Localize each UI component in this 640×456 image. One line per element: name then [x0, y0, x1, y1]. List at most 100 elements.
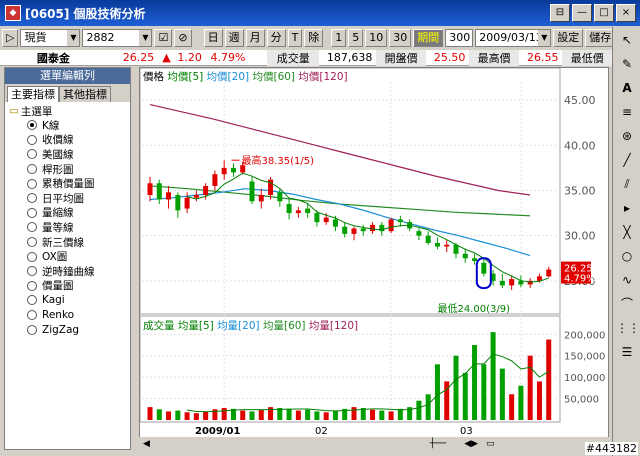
week-button[interactable]: 週: [224, 29, 244, 47]
candle-body: [230, 167, 236, 173]
radio-icon[interactable]: [27, 149, 37, 160]
indicator-item[interactable]: K線: [9, 118, 130, 133]
indicator-item[interactable]: 逆時鐘曲線: [9, 264, 130, 279]
count-input[interactable]: 300: [445, 29, 474, 47]
horizontal-lines-icon[interactable]: ≡: [616, 101, 638, 123]
maximize-button[interactable]: □: [594, 4, 614, 22]
indicator-item[interactable]: 新三價線: [9, 235, 130, 250]
candle-body: [166, 192, 172, 200]
candle-body: [434, 242, 440, 247]
radio-icon[interactable]: [27, 251, 37, 262]
radio-icon[interactable]: [27, 324, 37, 335]
period-label[interactable]: 期間: [413, 29, 444, 47]
price-tick-label: 30.00: [564, 230, 596, 243]
candle-body: [147, 183, 153, 195]
parallel-lines-icon[interactable]: ⫽: [616, 173, 638, 195]
day-button[interactable]: 日: [203, 29, 223, 47]
radio-icon[interactable]: [27, 178, 37, 189]
indicator-item[interactable]: 美國線: [9, 147, 130, 162]
minimize-button[interactable]: —: [572, 4, 592, 22]
period-30-button[interactable]: 30: [389, 29, 412, 47]
radio-icon[interactable]: [27, 266, 37, 277]
settings-button[interactable]: 設定: [553, 29, 584, 47]
tree-root[interactable]: ▭ 主選單: [9, 104, 130, 118]
open-value: 25.50: [433, 51, 466, 64]
play-icon[interactable]: ▷: [2, 29, 19, 47]
indicator-item[interactable]: 量縮線: [9, 206, 130, 221]
stock-code-input[interactable]: 2882 ▼: [82, 29, 153, 47]
rows-icon[interactable]: ☰: [616, 341, 638, 363]
fit-icon[interactable]: ▭: [486, 439, 495, 449]
line-icon[interactable]: ╱: [616, 149, 638, 171]
chart-scrollbar[interactable]: ◀ ┼── ◀ ▶ ▭: [139, 437, 609, 450]
market-select[interactable]: 現貨 ▼: [20, 29, 81, 47]
text-icon[interactable]: A: [616, 77, 638, 99]
volume-bar: [323, 412, 329, 420]
high-annotation: 最高38.35(1/5): [241, 154, 314, 167]
volume-bar: [509, 394, 515, 420]
period-10-button[interactable]: 10: [365, 29, 388, 47]
slider-icon[interactable]: ┼──: [430, 439, 446, 449]
save-button[interactable]: 儲存: [585, 29, 616, 47]
zoom-left-icon[interactable]: ◀: [464, 439, 471, 449]
indicator-item[interactable]: OX圖: [9, 249, 130, 264]
grid-icon[interactable]: ⋮⋮: [616, 317, 640, 339]
indicator-item[interactable]: 價量圖: [9, 279, 130, 294]
radio-icon[interactable]: [27, 164, 37, 175]
volume-bar: [481, 364, 487, 420]
ex-rights-button[interactable]: 除: [304, 29, 324, 47]
link-icon[interactable]: ⊘: [174, 29, 192, 47]
chevron-down-icon: ▼: [538, 30, 551, 46]
indicator-item[interactable]: 收價線: [9, 133, 130, 148]
arc-icon[interactable]: ⌒: [616, 293, 638, 315]
indicator-item[interactable]: 量等線: [9, 220, 130, 235]
indicator-item[interactable]: Kagi: [9, 293, 130, 308]
indicator-item[interactable]: 累積價量圖: [9, 176, 130, 191]
period-1-button[interactable]: 1: [331, 29, 347, 47]
restore-icon[interactable]: ⊟: [550, 4, 570, 22]
radio-icon[interactable]: [27, 310, 37, 321]
indicator-label: 量縮線: [42, 207, 74, 220]
radio-icon[interactable]: [27, 222, 37, 233]
pivot-icon[interactable]: ╳: [616, 221, 638, 243]
close-button[interactable]: ×: [616, 4, 636, 22]
pencil-icon[interactable]: ✎: [616, 53, 638, 75]
radio-icon[interactable]: [27, 237, 37, 248]
radio-icon[interactable]: [27, 295, 37, 306]
radio-icon[interactable]: [27, 134, 37, 145]
pointer-icon[interactable]: ↖: [616, 29, 638, 51]
legend-vma20: 均量[20]: [217, 320, 260, 332]
candle-body: [221, 167, 227, 175]
fan-icon[interactable]: ⊛: [616, 125, 638, 147]
tab-other-indicators[interactable]: 其他指標: [59, 86, 111, 102]
volume-bar: [388, 411, 394, 420]
volume-value: 187,638: [326, 51, 373, 64]
indicator-item[interactable]: 桿形圖: [9, 162, 130, 177]
candle-body: [314, 213, 320, 223]
volume-bar: [184, 412, 190, 420]
minute-button[interactable]: 分: [266, 29, 286, 47]
wave-icon[interactable]: ∿: [616, 269, 638, 291]
period-5-button[interactable]: 5: [348, 29, 364, 47]
tab-main-indicators[interactable]: 主要指標: [7, 86, 59, 102]
price-volume-chart[interactable]: 45.0040.0035.0030.0025.00200,000150,0001…: [140, 68, 609, 438]
radio-icon[interactable]: [27, 193, 37, 204]
checkbox-icon[interactable]: ☑: [154, 29, 173, 47]
tick-button[interactable]: T: [287, 29, 303, 47]
volume-bar: [425, 394, 431, 420]
channel-icon[interactable]: ▸: [616, 197, 638, 219]
chart-panel[interactable]: 45.0040.0035.0030.0025.00200,000150,0001…: [139, 67, 609, 450]
scroll-left-icon[interactable]: ◀: [143, 439, 150, 449]
zoom-right-icon[interactable]: ▶: [471, 439, 478, 449]
circle-icon[interactable]: ○: [616, 245, 638, 267]
indicator-item[interactable]: 日平均圖: [9, 191, 130, 206]
radio-icon[interactable]: [27, 120, 37, 131]
indicator-item[interactable]: Renko: [9, 308, 130, 323]
radio-icon[interactable]: [27, 207, 37, 218]
date-select[interactable]: 2009/03/13 ▼: [475, 29, 552, 47]
radio-icon[interactable]: [27, 280, 37, 291]
month-button[interactable]: 月: [245, 29, 265, 47]
volume-bar: [351, 407, 357, 420]
legend-price: 價格: [143, 71, 164, 83]
indicator-item[interactable]: ZigZag: [9, 322, 130, 337]
